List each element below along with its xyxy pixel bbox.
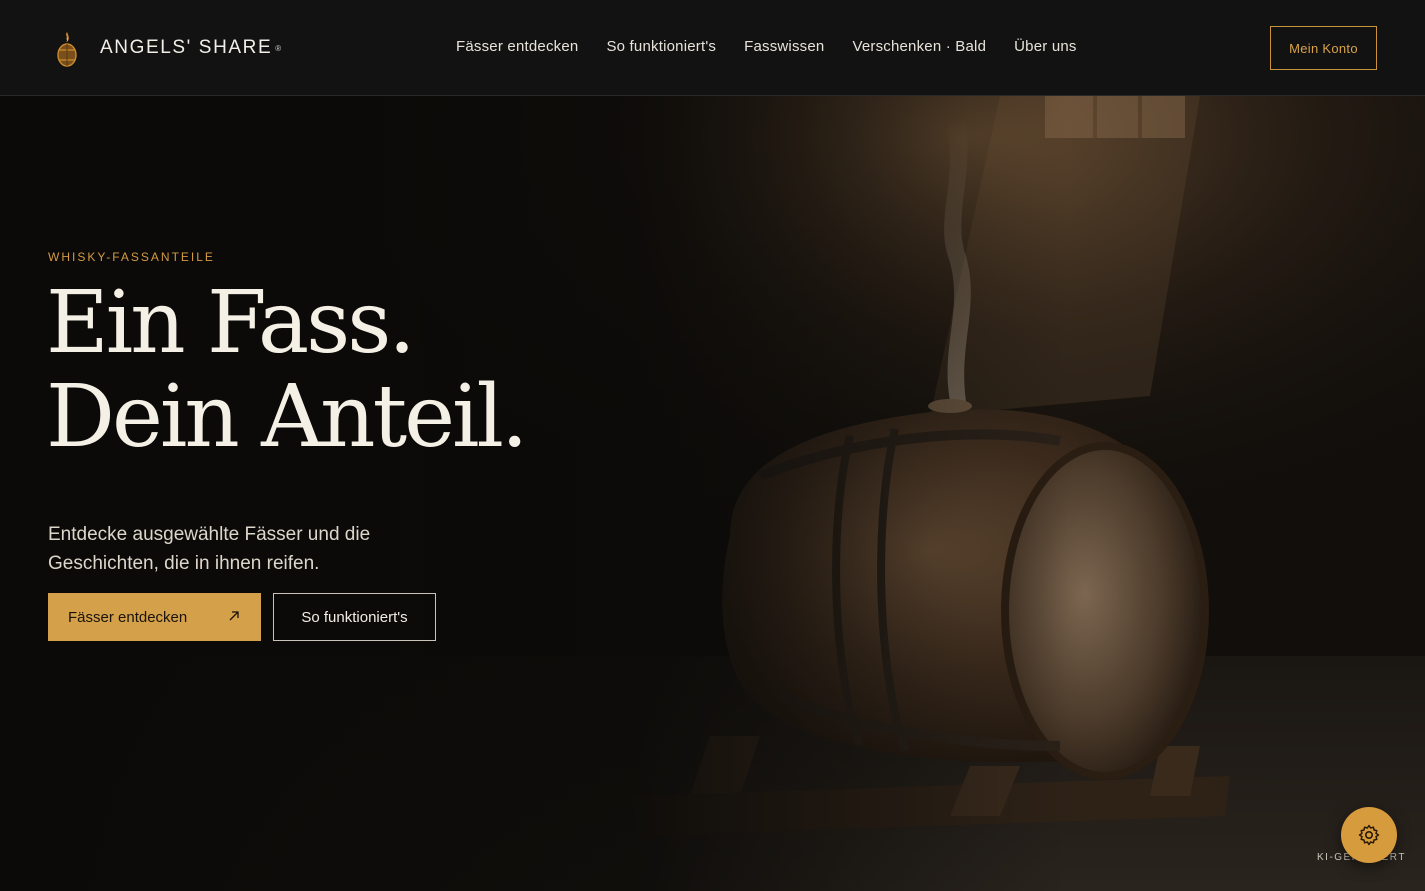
arrow-up-right-icon bbox=[229, 611, 239, 621]
how-it-works-button[interactable]: So funktioniert's bbox=[273, 593, 436, 641]
nav-item-so-funktionierts[interactable]: So funktioniert's bbox=[606, 38, 716, 55]
discover-barrels-label: Fässer entdecken bbox=[68, 608, 188, 626]
barrel-hero-image bbox=[0, 96, 1425, 891]
site-header: ANGELS' SHARE ® Fässer entdecken So funkt… bbox=[0, 0, 1425, 96]
nav-item-faesser-entdecken[interactable]: Fässer entdecken bbox=[456, 38, 578, 55]
gear-icon bbox=[1358, 824, 1380, 846]
hero-section: WHISKY-FASSANTEILE Ein Fass. Dein Anteil… bbox=[0, 96, 1425, 891]
discover-barrels-button[interactable]: Fässer entdecken bbox=[48, 593, 261, 641]
nav-item-fasswissen[interactable]: Fasswissen bbox=[744, 38, 824, 55]
nav-item-ueber-uns[interactable]: Über uns bbox=[1014, 38, 1076, 55]
registered-mark: ® bbox=[275, 43, 282, 53]
main-nav: Fässer entdecken So funktioniert's Fassw… bbox=[456, 38, 1077, 55]
headline-line-2: Dein Anteil. bbox=[46, 367, 528, 467]
brand-logo[interactable]: ANGELS' SHARE ® bbox=[52, 28, 281, 68]
headline-line-1: Ein Fass. bbox=[46, 273, 416, 373]
settings-button[interactable] bbox=[1341, 807, 1397, 863]
my-account-button[interactable]: Mein Konto bbox=[1270, 26, 1377, 70]
hero-headline: Ein Fass. Dein Anteil. bbox=[46, 273, 528, 467]
hero-eyebrow: WHISKY-FASSANTEILE bbox=[48, 250, 215, 264]
nav-item-verschenken[interactable]: Verschenken · Bald bbox=[852, 38, 986, 55]
barrel-flame-icon bbox=[57, 32, 77, 67]
hero-subline: Entdecke ausgewählte Fässer und die Gesc… bbox=[48, 524, 371, 574]
brand-name: ANGELS' SHARE bbox=[100, 37, 273, 58]
